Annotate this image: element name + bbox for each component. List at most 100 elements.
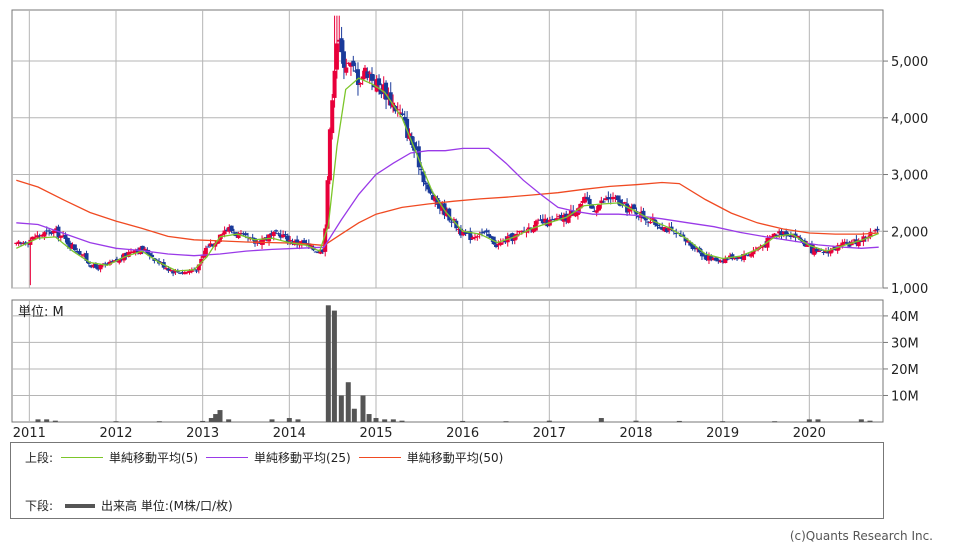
candle-up	[98, 264, 103, 270]
candle-up	[327, 129, 332, 181]
candle-down	[377, 78, 382, 86]
candle-down	[206, 246, 211, 248]
volume-unit-label: 単位: M	[18, 304, 64, 320]
legend-upper-row: 上段: 単純移動平均(5) 単純移動平均(25) 単純移動平均(50)	[25, 449, 503, 466]
x-tick-label: 2017	[533, 426, 566, 441]
volume-bar	[503, 421, 509, 423]
candle-up	[288, 240, 293, 242]
volume-swatch	[65, 503, 96, 508]
candle-down	[194, 270, 199, 272]
candle-down	[229, 225, 234, 232]
volume-bar	[325, 305, 331, 422]
volume-bar	[390, 419, 396, 422]
candle-up	[271, 232, 276, 237]
candle-down	[449, 221, 454, 223]
price-tick-label: 2,000	[891, 225, 928, 240]
candle-up	[131, 251, 136, 253]
candle-up	[475, 236, 480, 238]
candle-down	[725, 258, 730, 260]
volume-bar	[772, 421, 778, 423]
volume-bar	[44, 419, 50, 422]
candle-down	[351, 60, 356, 67]
volume-bar	[35, 419, 41, 422]
volume-bar	[351, 408, 357, 422]
volume-bar	[598, 418, 604, 422]
candle-up	[358, 82, 363, 85]
legend-volume-label: 出来高 単位:(M株/口/枚)	[101, 499, 233, 513]
candle-down	[587, 198, 592, 205]
x-tick-label: 2011	[13, 426, 46, 441]
price-tick-label: 4,000	[891, 112, 928, 127]
price-tick-label: 5,000	[891, 55, 928, 70]
x-tick-label: 2014	[273, 426, 306, 441]
volume-bar	[633, 420, 639, 422]
legend-sma25-label: 単純移動平均(25)	[254, 451, 351, 465]
volume-bar	[338, 395, 344, 422]
volume-bar	[52, 420, 58, 422]
legend-lower-row: 下段: 出来高 単位:(M株/口/枚)	[25, 497, 233, 514]
candle-up	[533, 221, 538, 231]
candle-down	[47, 230, 52, 232]
candle-up	[594, 210, 599, 213]
candle-up	[367, 72, 372, 74]
candle-down	[601, 201, 606, 203]
legend-lower-label: 下段:	[25, 499, 54, 513]
volume-bar	[720, 421, 726, 423]
volume-bar	[676, 420, 682, 422]
volume-bar	[113, 421, 119, 423]
x-tick-label: 2020	[793, 426, 826, 441]
volume-frame	[11, 299, 884, 423]
price-panel: 1,000 2,000 3,000 4,000 5,000	[11, 9, 928, 297]
candle-down	[339, 38, 344, 53]
x-tick-label: 2012	[99, 426, 132, 441]
volume-bar	[217, 410, 223, 422]
candle-down	[774, 234, 779, 236]
candle-down	[400, 113, 405, 116]
candle-up	[648, 221, 653, 224]
volume-bar	[867, 420, 873, 422]
volume-bar	[382, 419, 388, 422]
volume-tick-label: 40M	[891, 310, 919, 325]
x-tick-label: 2013	[186, 426, 219, 441]
x-tick-label: 2018	[619, 426, 652, 441]
volume-bar	[331, 310, 337, 422]
volume-bar	[269, 419, 275, 422]
candle-down	[276, 233, 281, 235]
candle-up	[168, 270, 173, 272]
volume-tick-label: 20M	[891, 363, 919, 378]
candle-down	[274, 230, 279, 232]
candle-down	[365, 71, 370, 78]
candle-up	[816, 251, 821, 253]
candle-down	[875, 228, 880, 231]
candle-down	[643, 218, 648, 221]
sma25-swatch	[206, 457, 249, 458]
copyright: (c)Quants Research Inc.	[789, 529, 933, 543]
volume-bar	[295, 419, 301, 422]
candle-down	[283, 234, 288, 236]
price-tick-label: 1,000	[891, 282, 928, 297]
candle-down	[632, 204, 637, 210]
volume-bar	[226, 419, 232, 422]
candle-up	[332, 70, 337, 98]
candle-down	[341, 51, 346, 68]
volume-panel: 10M 20M 30M 40M 単位: M	[11, 299, 919, 423]
candle-down	[821, 251, 826, 254]
sma50-swatch	[358, 457, 401, 458]
candle-up	[498, 242, 503, 245]
volume-tick-label: 10M	[891, 389, 919, 404]
volume-bar	[213, 414, 219, 422]
x-tick-label: 2016	[446, 426, 479, 441]
candle-down	[487, 234, 492, 237]
candle-down	[370, 73, 375, 81]
legend-sma5-label: 単純移動平均(5)	[109, 451, 199, 465]
volume-bar	[806, 419, 812, 422]
volume-bar	[156, 421, 162, 423]
candle-down	[615, 195, 620, 201]
legend: 上段: 単純移動平均(5) 単純移動平均(25) 単純移動平均(50) 下段: …	[10, 442, 884, 519]
price-tick-label: 3,000	[891, 169, 928, 184]
volume-tick-label: 30M	[891, 336, 919, 351]
volume-bar	[345, 382, 351, 422]
x-tick-label: 2019	[706, 426, 739, 441]
volume-bar	[286, 418, 292, 422]
candle-down	[585, 197, 590, 199]
